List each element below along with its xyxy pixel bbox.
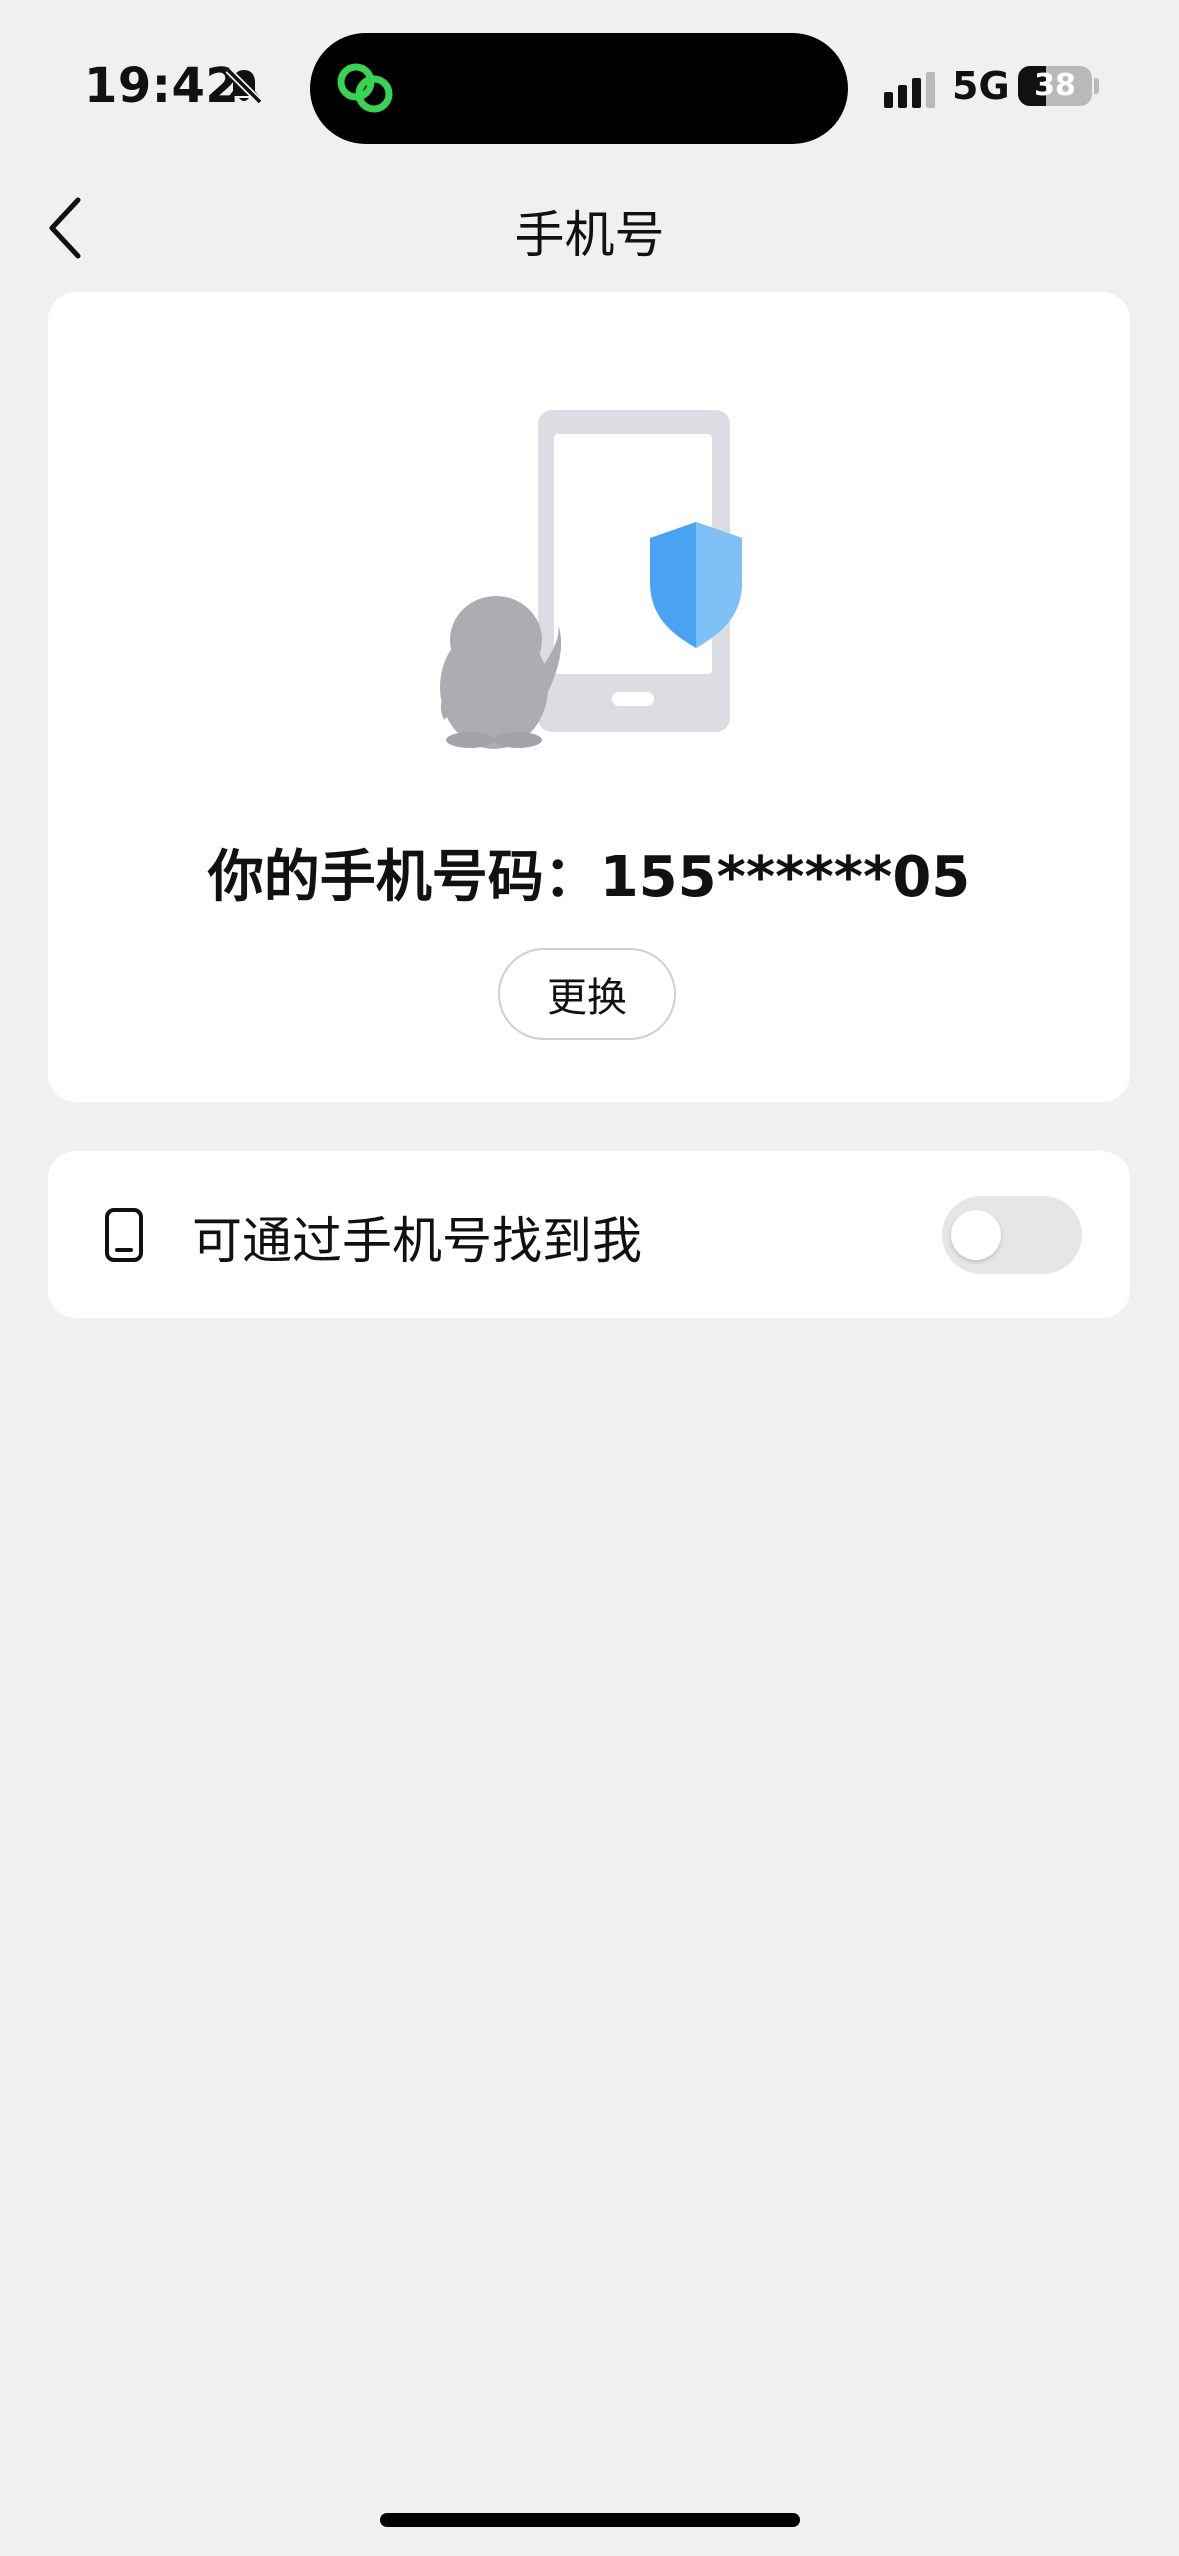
dynamic-island[interactable] xyxy=(310,33,848,144)
cellular-signal-icon xyxy=(884,72,935,108)
find-by-phone-label: 可通过手机号找到我 xyxy=(192,1212,642,1270)
page-title: 手机号 xyxy=(514,206,665,264)
change-phone-button[interactable]: 更换 xyxy=(498,948,676,1040)
bell-slash-icon xyxy=(225,67,263,105)
phone-number-text: 你的手机号码：155******05 xyxy=(207,845,971,910)
home-indicator[interactable] xyxy=(380,2513,800,2527)
battery-icon: 38 xyxy=(1018,66,1092,106)
phone-security-illustration xyxy=(440,410,742,749)
status-bar: 19:42 5G 38 xyxy=(0,0,1179,170)
linked-rings-app-icon[interactable] xyxy=(332,57,398,119)
status-time: 19:42 xyxy=(84,58,240,114)
toggle-knob[interactable] xyxy=(951,1210,1001,1260)
find-by-phone-row[interactable]: 可通过手机号找到我 xyxy=(48,1151,1130,1318)
battery-level: 38 xyxy=(1034,68,1076,103)
network-type: 5G xyxy=(952,64,1010,108)
battery-tip xyxy=(1094,78,1099,94)
phone-number-card: 你的手机号码：155******05 更换 xyxy=(48,292,1130,1102)
phone-outline-icon xyxy=(105,1208,143,1262)
find-by-phone-toggle[interactable] xyxy=(942,1196,1082,1274)
